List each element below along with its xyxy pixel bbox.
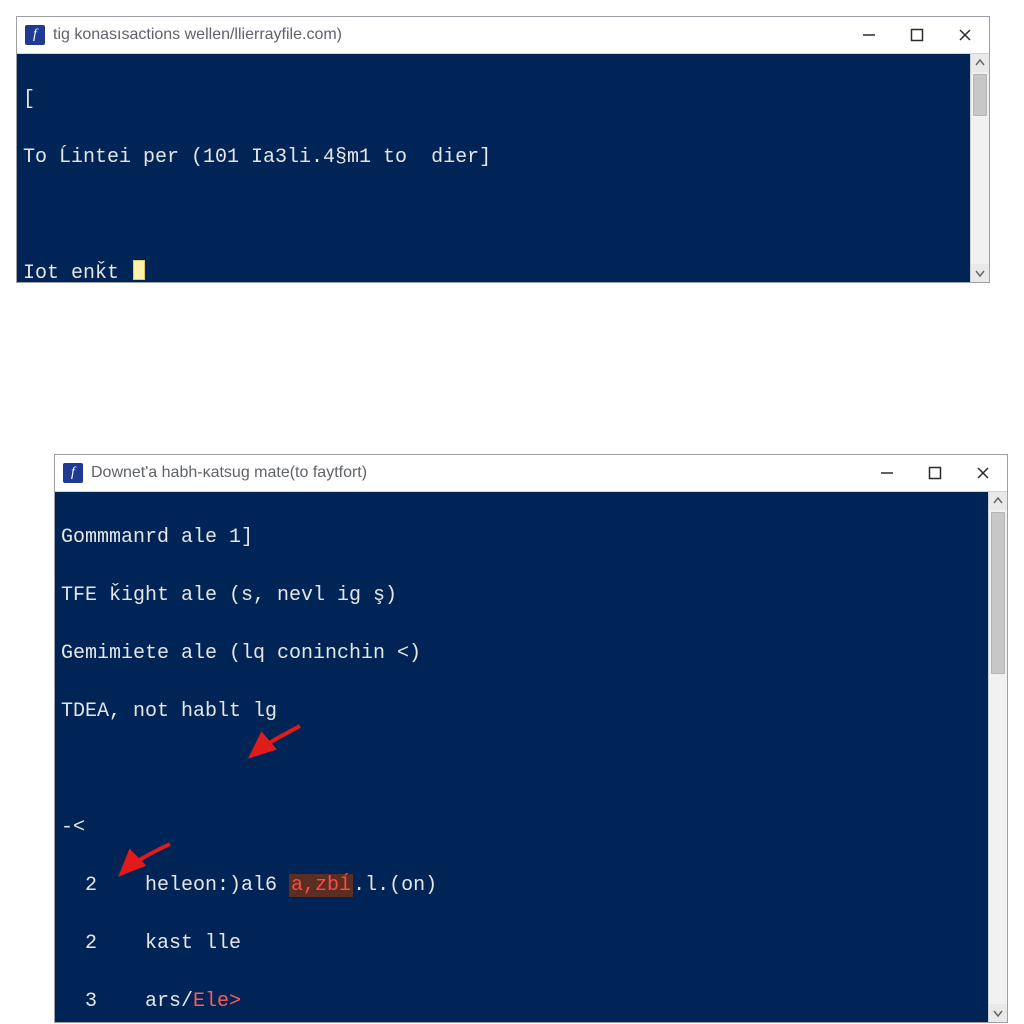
scroll-up-icon[interactable] — [971, 54, 989, 72]
output-line: Gommmanrd ale 1] — [61, 523, 985, 552]
scroll-up-icon[interactable] — [989, 492, 1007, 510]
maximize-button[interactable] — [911, 455, 959, 491]
scroll-track[interactable] — [971, 72, 989, 264]
window-title: tig konasısactions wellen/llierrayfile.c… — [53, 26, 342, 44]
window-controls — [863, 455, 1007, 491]
output-line: TFE ǩight ale (s, nevl ig ş) — [61, 581, 985, 610]
scroll-thumb[interactable] — [973, 74, 987, 116]
output-line: [ — [23, 85, 967, 114]
terminal-viewport[interactable]: Gommmanrd ale 1] TFE ǩight ale (s, nevl … — [55, 492, 1007, 1022]
maximize-button[interactable] — [893, 17, 941, 53]
window-title: Downet'a habh-ĸatsug mate(to faytfort) — [91, 464, 367, 482]
cursor-icon — [133, 260, 145, 280]
terminal-content: Gommmanrd ale 1] TFE ǩight ale (s, nevl … — [61, 494, 985, 1020]
minimize-button[interactable] — [863, 455, 911, 491]
close-button[interactable] — [941, 17, 989, 53]
titlebar[interactable]: f tig konasısactions wellen/llierrayfile… — [17, 17, 989, 54]
app-icon: f — [25, 25, 45, 45]
list-item: 2 heleon:)al6 a,zbĺ.l.(on) — [61, 871, 985, 900]
list-item: 2 kast lle — [61, 929, 985, 958]
output-line: TDEA, not hablt lg — [61, 697, 985, 726]
list-item: 3 ars/Ele> — [61, 987, 985, 1016]
minimize-button[interactable] — [845, 17, 893, 53]
terminal-window-1: f tig konasısactions wellen/llierrayfile… — [16, 16, 990, 283]
output-line — [61, 755, 985, 784]
app-icon: f — [63, 463, 83, 483]
vertical-scrollbar[interactable] — [970, 54, 989, 282]
titlebar[interactable]: f Downet'a habh-ĸatsug mate(to faytfort) — [55, 455, 1007, 492]
search-match: a,zbĺ — [289, 874, 353, 897]
output-line — [23, 201, 967, 230]
output-line: -< — [61, 813, 985, 842]
window-controls — [845, 17, 989, 53]
output-line: Gemimiete ale (lq coninchin <) — [61, 639, 985, 668]
terminal-window-2: f Downet'a habh-ĸatsug mate(to faytfort)… — [54, 454, 1008, 1023]
output-line: To Ĺintei per (101 Ia3li.4§m1 to dier] — [23, 143, 967, 172]
vertical-scrollbar[interactable] — [988, 492, 1007, 1022]
prompt-line: Iot enǩt — [23, 259, 967, 282]
close-button[interactable] — [959, 455, 1007, 491]
scroll-track[interactable] — [989, 510, 1007, 1004]
scroll-down-icon[interactable] — [989, 1004, 1007, 1022]
terminal-viewport[interactable]: [ To Ĺintei per (101 Ia3li.4§m1 to dier]… — [17, 54, 989, 282]
scroll-down-icon[interactable] — [971, 264, 989, 282]
terminal-content: [ To Ĺintei per (101 Ia3li.4§m1 to dier]… — [23, 56, 967, 280]
scroll-thumb[interactable] — [991, 512, 1005, 674]
